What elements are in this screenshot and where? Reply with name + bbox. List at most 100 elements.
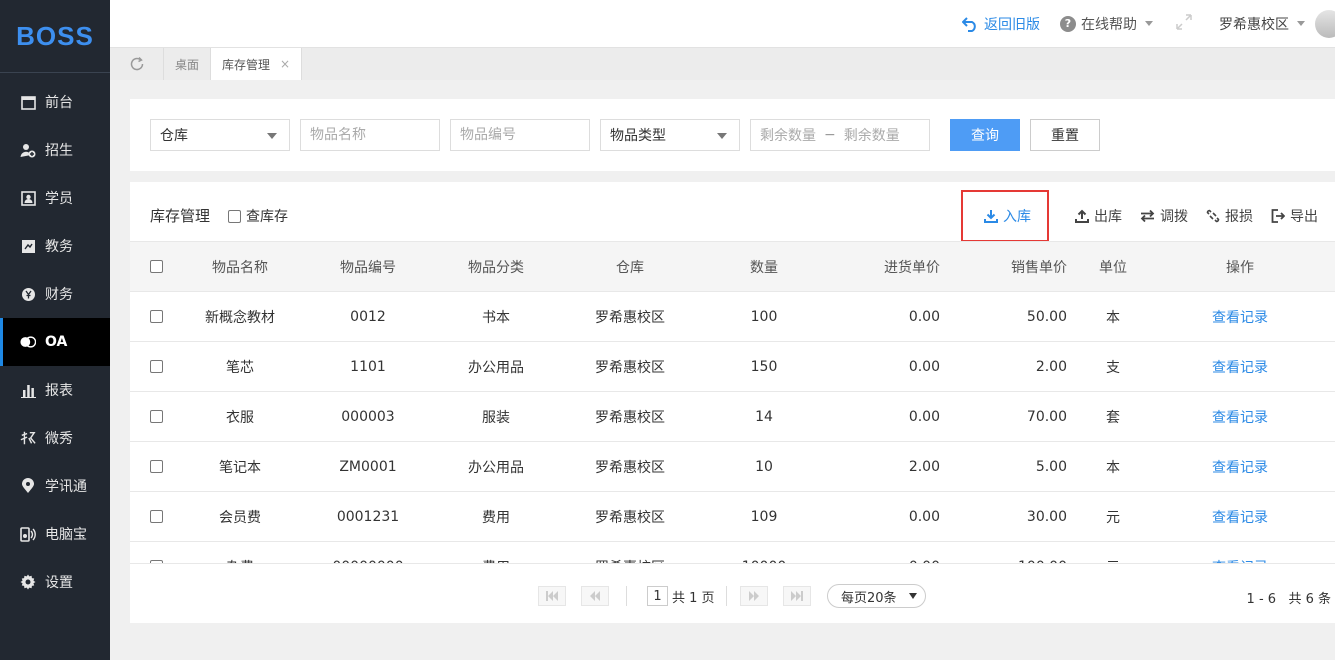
record-range: 1 - 6 (1246, 592, 1277, 607)
cell-actions: 查看记录 (1149, 457, 1331, 477)
fullscreen-icon[interactable] (1175, 13, 1193, 35)
sidebar-item-label: 教务 (45, 239, 73, 255)
cell-item-name: 笔记本 (219, 459, 261, 476)
row-checkbox[interactable] (130, 459, 182, 475)
top-header: 返回旧版 ? 在线帮助 罗希惠校区 (110, 0, 1335, 47)
sidebar-item-9[interactable]: 电脑宝 (0, 510, 110, 558)
sidebar-item-8[interactable]: 学讯通 (0, 462, 110, 510)
remaining-qty-range: 剩余数量 − 剩余数量 (750, 119, 930, 151)
sidebar-item-2[interactable]: 学员 (0, 174, 110, 222)
col-category: 物品分类 (468, 259, 524, 276)
bar-chart-icon (20, 382, 36, 398)
checkbox-box[interactable] (149, 360, 163, 373)
select-all-checkbox[interactable] (130, 259, 182, 275)
chevron-down-icon (909, 593, 917, 599)
cell-unit: 支 (1106, 359, 1120, 376)
checkbox-box[interactable] (149, 310, 163, 323)
next-page-button[interactable] (740, 586, 768, 606)
tab-desktop[interactable]: 桌面 (164, 48, 212, 80)
view-records-link[interactable]: 查看记录 (1212, 310, 1268, 326)
sidebar-item-10[interactable]: 设置 (0, 558, 110, 606)
stock-in-button[interactable]: 入库 (961, 190, 1049, 242)
row-checkbox[interactable] (130, 509, 182, 525)
cell-sale-price: 5.00 (1035, 458, 1067, 475)
cell-item-name: 新概念教材 (205, 309, 275, 326)
view-records-link[interactable]: 查看记录 (1212, 510, 1268, 526)
export-button[interactable]: 导出 (1271, 206, 1318, 226)
yen-icon (20, 286, 36, 302)
sidebar-item-7[interactable]: 微秀 (0, 414, 110, 462)
last-page-button[interactable] (783, 586, 811, 606)
damage-report-button[interactable]: 报损 (1206, 206, 1253, 226)
sidebar-item-3[interactable]: 教务 (0, 222, 110, 270)
cell-cost-price: 0.00 (908, 358, 940, 375)
qty-max-input[interactable]: 剩余数量 (844, 125, 900, 145)
avatar[interactable] (1315, 9, 1335, 38)
sidebar-item-4[interactable]: 财务 (0, 270, 110, 318)
sidebar-item-label: 电脑宝 (45, 527, 87, 543)
cell-actions: 查看记录 (1149, 407, 1331, 427)
stock-out-button[interactable]: 出库 (1075, 206, 1122, 226)
online-help-menu[interactable]: ? 在线帮助 (1060, 14, 1153, 34)
row-checkbox[interactable] (130, 409, 182, 425)
page-size-value: 每页20条 (841, 590, 897, 606)
view-records-link[interactable]: 查看记录 (1212, 410, 1268, 426)
row-checkbox[interactable] (130, 359, 182, 375)
sidebar-item-label: 学讯通 (45, 479, 87, 495)
last-page-icon (791, 591, 803, 601)
checkbox-box[interactable] (149, 410, 163, 423)
cell-warehouse: 罗希惠校区 (595, 309, 665, 326)
warehouse-select[interactable]: 仓库 (150, 119, 290, 151)
prev-page-button[interactable] (581, 586, 609, 606)
page-size-select[interactable]: 每页20条 (827, 584, 926, 608)
first-page-icon (546, 591, 558, 601)
sidebar-item-label: 学员 (45, 191, 73, 207)
table-header-row: 物品名称 物品编号 物品分类 仓库 数量 进货单价 销售单价 单位 操作 (130, 241, 1335, 292)
view-records-link[interactable]: 查看记录 (1212, 360, 1268, 376)
checkbox-box[interactable] (149, 260, 163, 273)
gear-icon (20, 574, 36, 590)
chevron-down-icon (717, 133, 727, 139)
row-checkbox[interactable] (130, 309, 182, 325)
reset-button[interactable]: 重置 (1030, 119, 1100, 151)
logo[interactable]: BOSS (0, 0, 110, 73)
sidebar-item-6[interactable]: 报表 (0, 366, 110, 414)
sidebar-item-5[interactable]: OA (0, 318, 110, 366)
item-type-select[interactable]: 物品类型 (600, 119, 740, 151)
col-unit: 单位 (1099, 259, 1127, 276)
filter-panel: 仓库 物品类型 剩余数量 − 剩余数量 查询 重置 (130, 99, 1335, 171)
page-number-input[interactable]: 1 (647, 586, 668, 606)
close-icon[interactable]: × (280, 57, 290, 71)
qty-min-input[interactable]: 剩余数量 (760, 125, 816, 145)
transfer-icon (1140, 209, 1155, 223)
checkbox-box[interactable] (149, 460, 163, 473)
tab-inventory[interactable]: 库存管理 × (211, 48, 303, 80)
refresh-icon[interactable] (110, 48, 164, 80)
query-button[interactable]: 查询 (950, 119, 1020, 151)
sidebar-item-label: 前台 (45, 95, 73, 111)
first-page-button[interactable] (538, 586, 566, 606)
view-records-link[interactable]: 查看记录 (1212, 460, 1268, 476)
back-to-old-version-link[interactable]: 返回旧版 (962, 14, 1040, 34)
col-quantity: 数量 (750, 259, 778, 276)
transfer-button[interactable]: 调拨 (1140, 206, 1188, 226)
table-body: 新概念教材 0012 书本 罗希惠校区 100 0.00 50.00 本查看记录 笔芯 1101 办… (130, 292, 1335, 563)
cell-category: 办公用品 (468, 359, 524, 376)
campus-selector[interactable]: 罗希惠校区 (1219, 14, 1305, 34)
item-name-input[interactable] (300, 119, 440, 151)
range-dash: − (824, 127, 836, 143)
checkbox-box[interactable] (228, 209, 241, 223)
cell-warehouse: 罗希惠校区 (595, 359, 665, 376)
cell-item-code: 0001231 (336, 508, 400, 525)
item-code-input[interactable] (450, 119, 590, 151)
checkbox-box[interactable] (149, 510, 163, 523)
sidebar-item-1[interactable]: 招生 (0, 126, 110, 174)
upload-icon (1075, 209, 1089, 223)
cell-sale-price: 2.00 (1035, 358, 1067, 375)
xiu-icon (20, 430, 36, 446)
check-stock-checkbox[interactable]: 查库存 (228, 206, 288, 226)
book-icon (20, 238, 36, 254)
cell-quantity: 10 (755, 458, 773, 475)
sidebar-item-0[interactable]: 前台 (0, 78, 110, 126)
toolbar-actions: 入库 出库 调拨 报损 导出 (961, 190, 1335, 242)
